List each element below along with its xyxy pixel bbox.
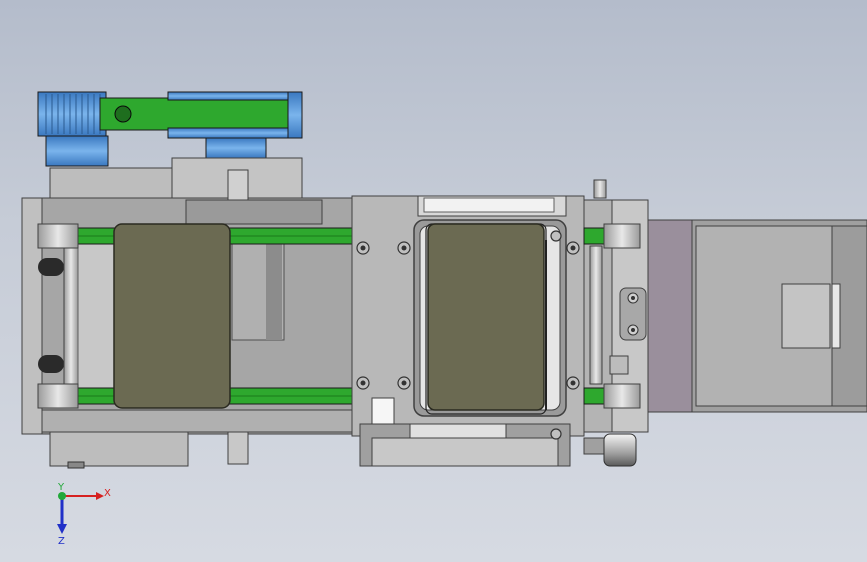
- right-pulley: [167, 91, 303, 101]
- left-pulley: [37, 91, 107, 137]
- triad-z-label: Z: [58, 536, 65, 547]
- left-roller: [63, 229, 79, 401]
- triad-y-label: Y: [57, 482, 65, 493]
- belt-drive: [37, 91, 303, 167]
- center-fixture: [351, 179, 607, 467]
- left-carrier-pad: [113, 223, 231, 409]
- triad-x-label: X: [104, 488, 111, 499]
- axis-triad: X Y Z: [57, 482, 111, 547]
- y-axis-dot: [58, 492, 66, 500]
- conveyor-assembly-model[interactable]: X Y Z: [0, 0, 867, 562]
- right-housing: [647, 219, 867, 413]
- right-roller: [589, 245, 603, 385]
- center-carrier-pad: [427, 223, 545, 411]
- left-conveyor-frame: [21, 157, 353, 469]
- right-conveyor-section: [583, 199, 649, 467]
- cad-viewport[interactable]: X Y Z: [0, 0, 867, 562]
- tensioner-hole: [114, 105, 132, 123]
